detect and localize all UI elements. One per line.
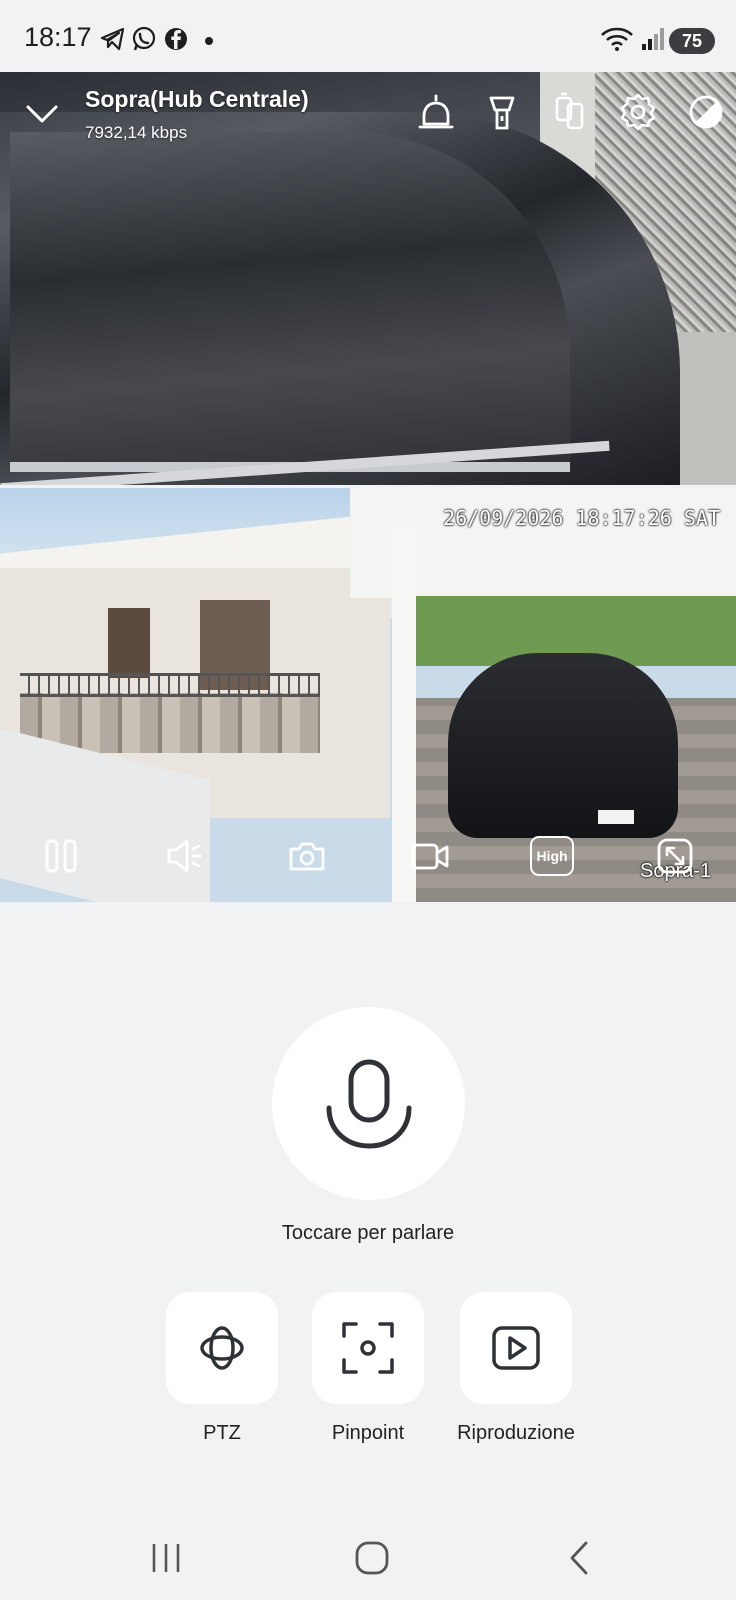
whatsapp-icon <box>132 26 156 51</box>
camera-timestamp: 26/09/2026 18:17:26 SAT <box>443 506 720 530</box>
spotlight-icon[interactable] <box>482 92 522 132</box>
status-time: 18:17 <box>24 22 92 52</box>
telegram-icon <box>100 27 125 51</box>
quality-button[interactable]: High <box>530 836 574 876</box>
pinpoint-icon <box>342 1322 394 1374</box>
feed-railing <box>20 673 320 697</box>
battery-indicator: 75 <box>669 28 715 54</box>
wifi-icon <box>601 27 633 51</box>
talk-label: Toccare per parlare <box>281 1222 455 1244</box>
settings-icon[interactable] <box>618 92 658 132</box>
camera-feed-bottom[interactable] <box>0 488 736 902</box>
alarm-bell-icon[interactable] <box>416 92 456 132</box>
feed-car <box>448 653 678 838</box>
feed-license-plate <box>598 810 634 824</box>
speaker-icon[interactable] <box>165 836 205 876</box>
feed-window <box>108 608 150 678</box>
record-icon[interactable] <box>410 836 450 876</box>
camera-title: Sopra(Hub Centrale) <box>85 86 309 112</box>
feed-car-window <box>10 132 570 472</box>
fullscreen-icon[interactable] <box>655 836 695 876</box>
dot-icon <box>205 37 213 45</box>
recent-apps-icon[interactable] <box>146 1538 186 1578</box>
playback-label: Riproduzione <box>457 1422 575 1444</box>
facebook-icon <box>165 28 187 50</box>
talk-button[interactable] <box>272 1007 465 1200</box>
back-icon[interactable] <box>560 1538 600 1578</box>
ptz-icon <box>200 1326 244 1370</box>
playback-icon <box>492 1326 540 1370</box>
pinpoint-button[interactable] <box>312 1292 424 1404</box>
snapshot-icon[interactable] <box>287 836 327 876</box>
microphone-icon <box>326 1059 411 1149</box>
contrast-icon[interactable] <box>686 92 726 132</box>
collapse-chevron-icon[interactable] <box>24 96 60 132</box>
battery-devices-icon[interactable] <box>550 92 590 132</box>
pause-icon[interactable] <box>41 836 81 876</box>
home-icon[interactable] <box>352 1538 392 1578</box>
ptz-button[interactable] <box>166 1292 278 1404</box>
playback-button[interactable] <box>460 1292 572 1404</box>
signal-icon <box>642 28 664 50</box>
camera-bitrate: 7932,14 kbps <box>85 123 188 142</box>
